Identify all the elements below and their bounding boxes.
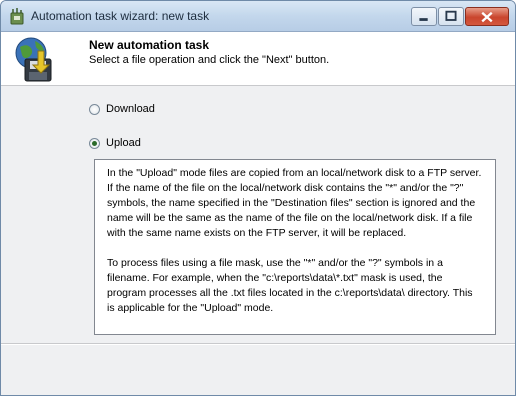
maximize-icon — [445, 10, 457, 21]
minimize-icon — [419, 18, 428, 21]
upload-radio[interactable] — [89, 137, 100, 149]
close-icon — [481, 11, 493, 23]
minimize-button[interactable] — [411, 7, 437, 26]
maximize-button[interactable] — [438, 7, 464, 26]
description-paragraph-1: In the "Upload" mode files are copied fr… — [107, 167, 482, 239]
close-button[interactable] — [465, 7, 509, 26]
download-option[interactable]: Download — [89, 103, 155, 115]
wizard-window: Automation task wizard: new task New aut… — [0, 0, 516, 396]
description-paragraph-2: To process files using a file mask, use … — [107, 257, 473, 314]
window-title: Automation task wizard: new task — [31, 9, 210, 23]
wizard-app-icon — [10, 8, 24, 25]
globe-disk-transfer-icon — [15, 37, 52, 82]
header-subtitle: Select a file operation and click the "N… — [89, 54, 330, 66]
download-label: Download — [106, 103, 155, 115]
description-box: In the "Upload" mode files are copied fr… — [94, 159, 496, 335]
upload-label: Upload — [106, 137, 141, 149]
download-radio[interactable] — [89, 103, 100, 115]
title-bar[interactable]: Automation task wizard: new task — [1, 1, 515, 32]
upload-option[interactable]: Upload — [89, 137, 141, 149]
wizard-header: New automation task Select a file operat… — [1, 32, 515, 86]
header-title: New automation task — [89, 38, 210, 52]
bottom-divider-highlight — [1, 344, 515, 345]
